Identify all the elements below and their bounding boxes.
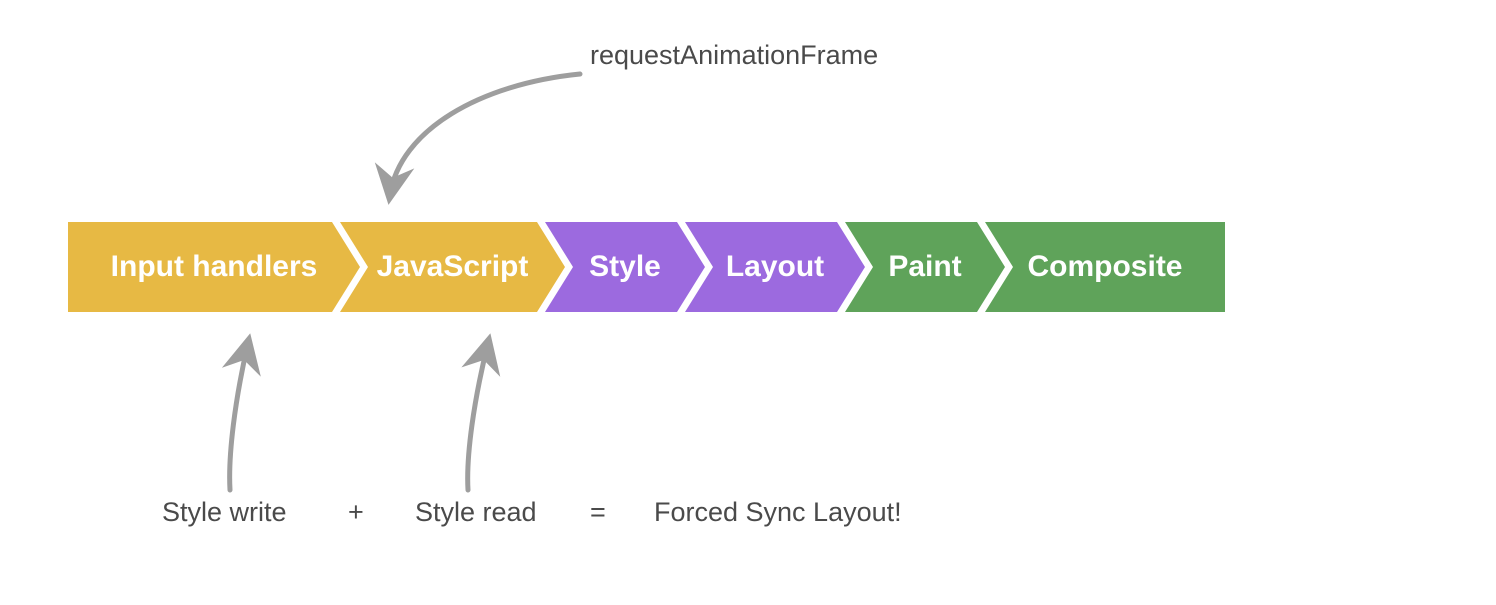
annotation-style-write: Style write — [162, 497, 287, 528]
step-label: Paint — [888, 250, 961, 284]
step-label: Composite — [1027, 250, 1182, 284]
annotation-equals: = — [590, 497, 606, 528]
annotation-plus: + — [348, 497, 364, 528]
arrow-style-write — [230, 343, 248, 490]
step-label: Input handlers — [111, 250, 318, 284]
step-style: Style — [545, 222, 705, 312]
annotation-raf: requestAnimationFrame — [590, 40, 878, 71]
step-paint: Paint — [845, 222, 1005, 312]
step-layout: Layout — [685, 222, 865, 312]
step-javascript: JavaScript — [340, 222, 565, 312]
arrow-style-read — [468, 343, 488, 490]
step-composite: Composite — [985, 222, 1225, 312]
step-label: Style — [589, 250, 661, 284]
step-input-handlers: Input handlers — [68, 222, 360, 312]
step-label: Layout — [726, 250, 824, 284]
arrow-raf — [390, 74, 580, 195]
annotation-style-read: Style read — [415, 497, 537, 528]
annotation-forced-sync: Forced Sync Layout! — [654, 497, 902, 528]
step-label: JavaScript — [377, 250, 529, 284]
pipeline-row: Input handlers JavaScript Style Layout P… — [68, 222, 1233, 312]
